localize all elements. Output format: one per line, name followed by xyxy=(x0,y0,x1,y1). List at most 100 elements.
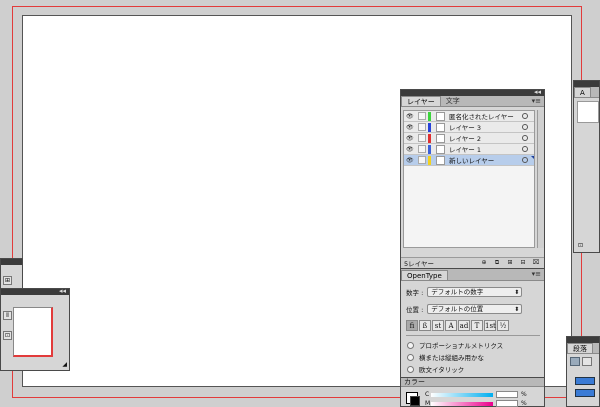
option-label: 横または縦組み用かな xyxy=(419,354,484,362)
distribute-icon[interactable]: ⫴ xyxy=(3,311,12,320)
clipping-mask-icon[interactable]: ⧉ xyxy=(492,259,502,267)
opentype-feature-button[interactable]: ½ xyxy=(497,320,509,331)
checkbox[interactable] xyxy=(407,365,414,373)
figure-row: 数字 : デフォルトの数字 ⬍ xyxy=(406,287,523,297)
collapse-icon[interactable]: ◂◂ xyxy=(59,287,66,295)
tab-character[interactable]: 文字 xyxy=(441,96,465,106)
align-icon[interactable]: ⊞ xyxy=(3,276,12,285)
channel-m-field[interactable] xyxy=(496,400,518,407)
layers-panel-tabs: レイヤー 文字 ▾≡ xyxy=(401,96,544,107)
target-icon[interactable] xyxy=(522,135,528,141)
left-panel-fragment: ◂◂ ⫴ ⊡ ◢ xyxy=(0,287,70,371)
panel-menu-icon[interactable]: ▾≡ xyxy=(532,270,541,278)
layer-row[interactable]: 👁 レイヤー 3 xyxy=(404,122,534,133)
layer-row[interactable]: 👁 レイヤー 1 xyxy=(404,144,534,155)
tab-fragment[interactable]: A xyxy=(574,87,591,97)
channel-m-slider[interactable] xyxy=(431,402,493,406)
option-italic[interactable]: 欧文イタリック xyxy=(407,364,464,374)
opentype-panel: OpenType ▾≡ 数字 : デフォルトの数字 ⬍ 位置 : デフォルトの位置… xyxy=(400,268,545,378)
layer-row[interactable]: 👁 新しいレイヤー xyxy=(404,155,534,166)
panel-menu-icon[interactable]: ▾≡ xyxy=(532,97,541,105)
target-icon[interactable] xyxy=(522,124,528,130)
new-layer-icon[interactable]: ⊟ xyxy=(518,259,528,267)
eye-icon[interactable]: 👁 xyxy=(406,113,415,120)
eye-icon[interactable]: 👁 xyxy=(406,146,415,153)
color-panel-title: カラー xyxy=(404,378,425,386)
indent-left-field[interactable] xyxy=(575,377,595,385)
position-value: デフォルトの位置 xyxy=(431,305,484,313)
target-icon[interactable] xyxy=(522,113,528,119)
locate-object-icon[interactable]: ⊕ xyxy=(479,259,489,267)
eye-icon[interactable]: 👁 xyxy=(406,135,415,142)
eye-icon[interactable]: 👁 xyxy=(406,157,415,164)
layer-thumbnail xyxy=(436,111,445,121)
position-dropdown[interactable]: デフォルトの位置 ⬍ xyxy=(427,304,523,314)
channel-c-label: C xyxy=(425,391,430,398)
color-panel: カラー C % M % xyxy=(400,377,545,407)
trash-icon[interactable]: ⌧ xyxy=(531,259,541,267)
preview-box xyxy=(577,101,599,123)
layer-color-indicator xyxy=(428,144,431,154)
channel-c-slider[interactable] xyxy=(431,393,493,397)
layer-name: 匿名化されたレイヤー xyxy=(449,113,514,121)
opentype-glyph-bar: fi ß st Aad T 1st ½ xyxy=(406,320,510,331)
position-label: 位置 : xyxy=(406,306,424,314)
lock-toggle[interactable] xyxy=(418,134,426,142)
layer-row[interactable]: 👁 レイヤー 2 xyxy=(404,133,534,144)
layer-row[interactable]: 👁 匿名化されたレイヤー xyxy=(404,111,534,122)
tab-paragraph[interactable]: 段落 xyxy=(567,343,593,353)
resize-handle-icon[interactable]: ◢ xyxy=(62,361,67,368)
layer-thumbnail xyxy=(436,144,445,154)
collapse-icon[interactable]: ◂◂ xyxy=(534,88,541,96)
channel-c-field[interactable] xyxy=(496,391,518,398)
lock-toggle[interactable] xyxy=(418,112,426,120)
panel-tabs: A xyxy=(574,87,599,98)
lock-toggle[interactable] xyxy=(418,123,426,131)
panel-footer-icon[interactable]: ⊡ xyxy=(578,242,583,249)
layer-thumbnail xyxy=(436,133,445,143)
target-icon[interactable] xyxy=(522,157,528,163)
checkbox[interactable] xyxy=(407,341,414,349)
paragraph-panel-tabs: 段落 xyxy=(567,343,599,354)
tab-opentype[interactable]: OpenType xyxy=(401,270,448,280)
eye-icon[interactable]: 👁 xyxy=(406,124,415,131)
figure-dropdown[interactable]: デフォルトの数字 ⬍ xyxy=(427,287,523,297)
align-center-icon[interactable] xyxy=(582,357,592,366)
stroke-swatch[interactable] xyxy=(410,396,420,406)
align-left-icon[interactable] xyxy=(570,357,580,366)
opentype-feature-button[interactable]: ad xyxy=(458,320,470,331)
checkbox[interactable] xyxy=(407,353,414,361)
opentype-feature-button[interactable]: ß xyxy=(419,320,431,331)
panel-grip: ◂◂ xyxy=(1,287,69,295)
color-panel-header: カラー xyxy=(401,378,544,387)
layer-name: 新しいレイヤー xyxy=(449,157,495,165)
layer-name: レイヤー 2 xyxy=(449,135,482,143)
preview-box xyxy=(13,307,53,357)
lock-toggle[interactable] xyxy=(418,145,426,153)
indent-right-field[interactable] xyxy=(575,389,595,397)
percent-label: % xyxy=(521,400,527,407)
opentype-feature-button[interactable]: st xyxy=(432,320,444,331)
position-row: 位置 : デフォルトの位置 ⬍ xyxy=(406,304,523,314)
layers-panel: ◂◂ レイヤー 文字 ▾≡ 👁 匿名化されたレイヤー 👁 レイヤー 3 👁 レイヤー 2 👁… xyxy=(400,88,545,269)
option-kana[interactable]: 横または縦組み用かな xyxy=(407,352,484,362)
layer-thumbnail xyxy=(436,155,445,165)
opentype-feature-button[interactable]: 1st xyxy=(484,320,496,331)
spacing-icon[interactable]: ⊡ xyxy=(3,331,12,340)
layer-list-scrollbar[interactable] xyxy=(537,110,544,248)
figure-label: 数字 : xyxy=(406,289,424,297)
layer-name: レイヤー 1 xyxy=(449,146,482,154)
tab-layers[interactable]: レイヤー xyxy=(401,96,441,106)
layer-name: レイヤー 3 xyxy=(449,124,482,132)
opentype-feature-button[interactable]: T xyxy=(471,320,483,331)
dropdown-arrow-icon: ⬍ xyxy=(514,289,520,296)
lock-toggle[interactable] xyxy=(418,156,426,164)
opentype-feature-button[interactable]: A xyxy=(445,320,457,331)
layer-thumbnail xyxy=(436,122,445,132)
opentype-feature-button[interactable]: fi xyxy=(406,320,418,331)
layer-color-indicator xyxy=(428,122,431,132)
selection-indicator xyxy=(531,156,534,159)
target-icon[interactable] xyxy=(522,146,528,152)
option-proportional[interactable]: プロポーショナルメトリクス xyxy=(407,340,503,350)
new-sublayer-icon[interactable]: ⊞ xyxy=(505,259,515,267)
